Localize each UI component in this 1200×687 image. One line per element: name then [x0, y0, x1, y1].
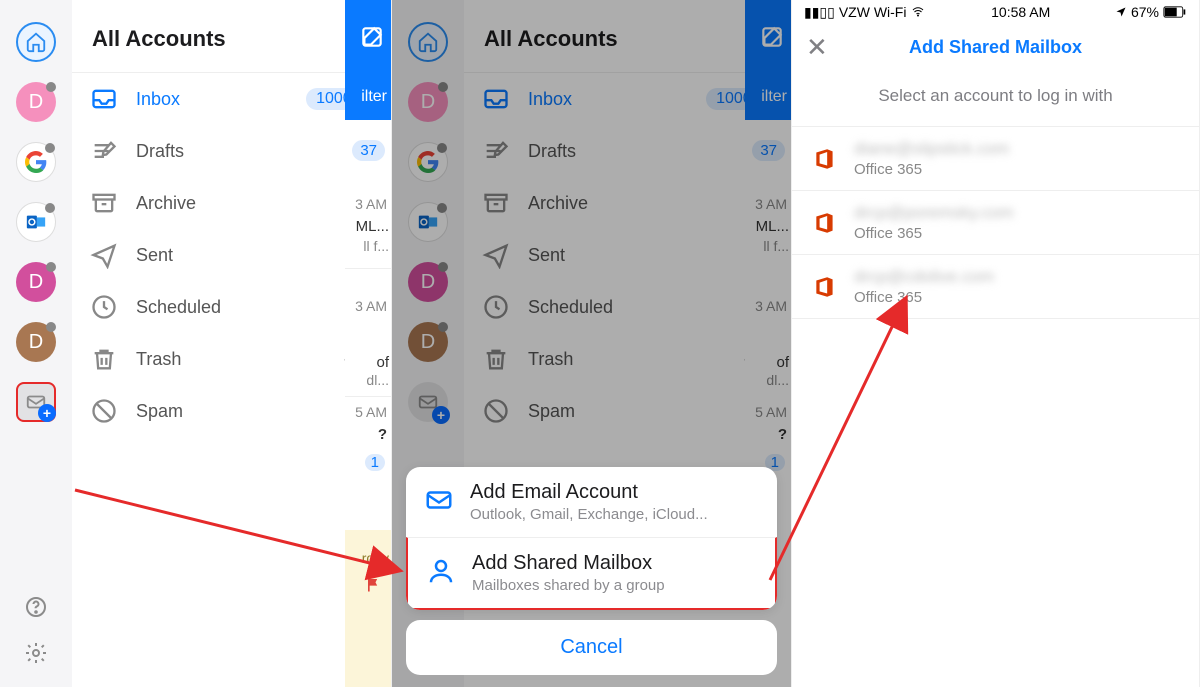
screenshot-step-2: D D D + All Accounts Inbox 1000+ [392, 0, 792, 687]
instruction-text: Select an account to log in with [792, 70, 1199, 126]
inbox-icon [482, 85, 510, 113]
person-icon [426, 556, 456, 586]
spam-icon [482, 397, 510, 425]
status-bar: ▮▮▯▯ VZW Wi-Fi 10:58 AM 67% [792, 0, 1199, 24]
account-avatar-outlook[interactable] [16, 202, 56, 242]
sent-icon [90, 241, 118, 269]
office-icon [812, 146, 838, 172]
archive-icon [482, 189, 510, 217]
folder-drawer: All Accounts Inbox 1000+ Drafts 55 Archi… [72, 0, 391, 687]
peek-message-list: ilter 37 3 AM ML... ll f... 3 AM of dl..… [345, 0, 391, 687]
page-title: Add Shared Mailbox [792, 37, 1199, 58]
account-rail: D D D + [0, 0, 72, 687]
signal-icon: ▮▮▯▯ [804, 4, 835, 21]
sheet-add-shared-mailbox[interactable]: Add Shared Mailbox Mailboxes shared by a… [406, 537, 777, 610]
spam-icon [90, 397, 118, 425]
drafts-icon [482, 137, 510, 165]
plus-icon: + [38, 404, 56, 422]
folder-inbox[interactable]: Inbox 1000+ [464, 73, 791, 125]
drafts-icon [90, 137, 118, 165]
archive-icon [90, 189, 118, 217]
help-icon[interactable] [24, 595, 48, 619]
account-option-1[interactable]: diane@slipstick.comOffice 365 [792, 127, 1199, 191]
folder-trash[interactable]: Trash 433 [464, 333, 791, 385]
account-avatar-d1[interactable]: D [408, 82, 448, 122]
folder-spam[interactable]: Spam [72, 385, 391, 437]
mail-icon [424, 485, 454, 515]
location-icon [1115, 6, 1127, 18]
folder-archive[interactable]: Archive 2 [464, 177, 791, 229]
office-icon [812, 274, 838, 300]
plus-icon: + [432, 406, 450, 424]
gear-icon[interactable] [24, 641, 48, 665]
account-avatar-d3[interactable]: D [16, 322, 56, 362]
clock-icon [482, 293, 510, 321]
sheet-add-email-account[interactable]: Add Email Account Outlook, Gmail, Exchan… [406, 467, 777, 537]
account-avatar-google[interactable] [16, 142, 56, 182]
account-avatar-d3[interactable]: D [408, 322, 448, 362]
compose-icon [759, 24, 785, 50]
folder-archive[interactable]: Archive 2 [72, 177, 391, 229]
account-avatar-d1[interactable]: D [16, 82, 56, 122]
folder-scheduled[interactable]: Scheduled [72, 281, 391, 333]
account-avatar-google[interactable] [408, 142, 448, 182]
clock-icon [90, 293, 118, 321]
account-option-2[interactable]: drcp@poremsky.comOffice 365 [792, 191, 1199, 255]
account-avatar-d2[interactable]: D [408, 262, 448, 302]
nav-bar: ✕ Add Shared Mailbox [792, 24, 1199, 70]
folder-trash[interactable]: Trash 433 [72, 333, 391, 385]
drawer-title: All Accounts [72, 0, 391, 73]
account-option-3[interactable]: drcp@cdolive.comOffice 365 [792, 255, 1199, 319]
add-mail-button[interactable]: + [16, 382, 56, 422]
add-mail-button[interactable]: + [408, 382, 448, 422]
folder-scheduled[interactable]: Scheduled [464, 281, 791, 333]
account-avatar-d2[interactable]: D [16, 262, 56, 302]
flag-icon [363, 574, 383, 594]
folder-sent[interactable]: Sent 1 [72, 229, 391, 281]
folder-spam[interactable]: Spam [464, 385, 791, 437]
trash-icon [90, 345, 118, 373]
home-avatar[interactable] [16, 22, 56, 62]
home-avatar[interactable] [408, 22, 448, 62]
account-avatar-outlook[interactable] [408, 202, 448, 242]
status-time: 10:58 AM [991, 4, 1050, 20]
wifi-icon [910, 6, 926, 18]
folder-drafts[interactable]: Drafts 55 [72, 125, 391, 177]
action-sheet: Add Email Account Outlook, Gmail, Exchan… [406, 467, 777, 675]
sheet-cancel-button[interactable]: Cancel [406, 620, 777, 675]
trash-icon [482, 345, 510, 373]
battery-icon [1163, 6, 1187, 18]
drawer-title: All Accounts [464, 0, 791, 73]
compose-icon[interactable] [359, 24, 385, 50]
folder-sent[interactable]: Sent 1 [464, 229, 791, 281]
inbox-icon [90, 85, 118, 113]
sent-icon [482, 241, 510, 269]
screenshot-step-3: ▮▮▯▯ VZW Wi-Fi 10:58 AM 67% ✕ Add Shared… [792, 0, 1200, 687]
folder-inbox[interactable]: Inbox 1000+ [72, 73, 391, 125]
office-icon [812, 210, 838, 236]
folder-drafts[interactable]: Drafts 55 [464, 125, 791, 177]
screenshot-step-1: D D D + All Accounts [0, 0, 392, 687]
